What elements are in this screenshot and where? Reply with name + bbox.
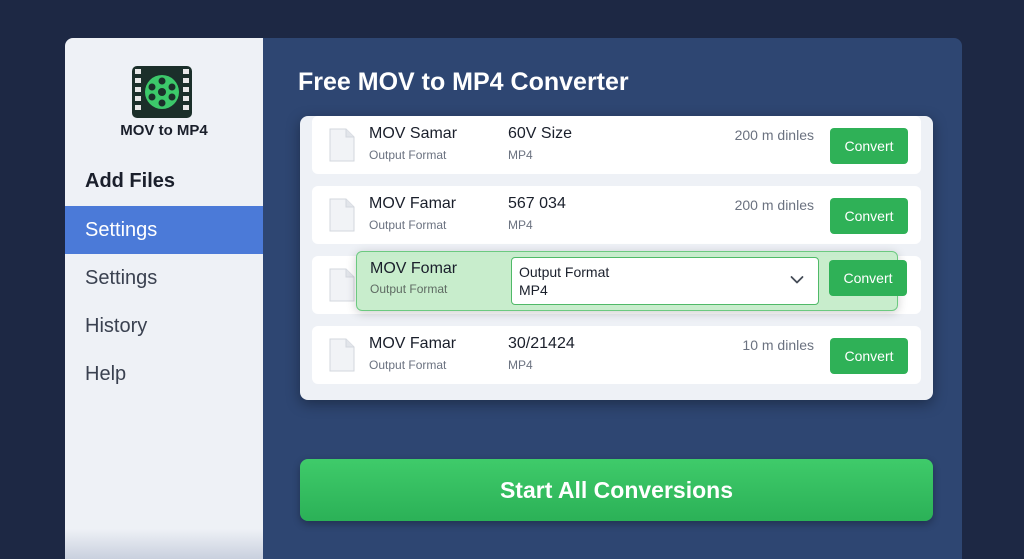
file-icon xyxy=(329,338,355,372)
chevron-down-icon[interactable] xyxy=(790,275,804,285)
sidebar-item-history[interactable]: History xyxy=(65,302,263,350)
output-format-label: Output Format xyxy=(369,358,447,372)
convert-button[interactable]: Convert xyxy=(830,338,908,374)
file-time: 200 m dinles xyxy=(734,197,814,213)
file-name: MOV Fomar xyxy=(370,260,458,277)
file-icon xyxy=(329,128,355,162)
output-format-select-label: Output Format xyxy=(519,264,610,280)
file-size: 60V Size xyxy=(508,125,573,142)
file-icon xyxy=(329,198,355,232)
file-row: MOV Famar Output Format 30/21424 MP4 10 … xyxy=(312,326,921,384)
output-format-label: Output Format xyxy=(370,282,448,296)
file-time: 200 m dinles xyxy=(734,127,814,143)
sidebar-item-add-files[interactable]: Add Files xyxy=(65,157,263,205)
file-name: MOV Famar xyxy=(369,195,457,212)
sidebar-item-help[interactable]: Help xyxy=(65,350,263,398)
output-format-value: MP4 xyxy=(508,358,533,372)
output-format-select[interactable]: Output Format MP4 xyxy=(511,257,819,305)
convert-button[interactable]: Convert xyxy=(830,198,908,234)
output-format-value: MP4 xyxy=(508,148,533,162)
output-format-label: Output Format xyxy=(369,218,447,232)
file-size: 30/21424 xyxy=(508,335,575,352)
sidebar-item-settings-active[interactable]: Settings xyxy=(65,206,263,254)
page-title: Free MOV to MP4 Converter xyxy=(298,68,629,96)
file-row: MOV Famar Output Format 567 034 MP4 200 … xyxy=(312,186,921,244)
file-size: 567 034 xyxy=(508,195,566,212)
main-panel: Free MOV to MP4 Converter MOV Samar Outp… xyxy=(263,38,962,559)
sidebar-item-settings[interactable]: Settings xyxy=(65,254,263,302)
sidebar: MOV to MP4 Add Files Settings Settings H… xyxy=(65,38,263,559)
app-name: MOV to MP4 xyxy=(120,122,208,139)
file-name: MOV Famar xyxy=(369,335,457,352)
start-all-conversions-button[interactable]: Start All Conversions xyxy=(300,459,933,521)
file-row: MOV Samar Output Format 60V Size MP4 200… xyxy=(312,116,921,174)
convert-button[interactable]: Convert xyxy=(830,128,908,164)
file-time: 10 m dinles xyxy=(742,337,814,353)
output-format-label: Output Format xyxy=(369,148,447,162)
file-icon xyxy=(329,268,355,302)
sidebar-footer xyxy=(65,529,263,559)
film-reel-icon xyxy=(132,66,192,118)
convert-button[interactable]: Convert xyxy=(829,260,907,296)
file-name: MOV Samar xyxy=(369,125,458,142)
output-format-value: MP4 xyxy=(508,218,533,232)
output-format-select-value: MP4 xyxy=(519,282,548,298)
selected-file-row[interactable]: MOV Fomar Output Format Output Format MP… xyxy=(356,251,907,311)
